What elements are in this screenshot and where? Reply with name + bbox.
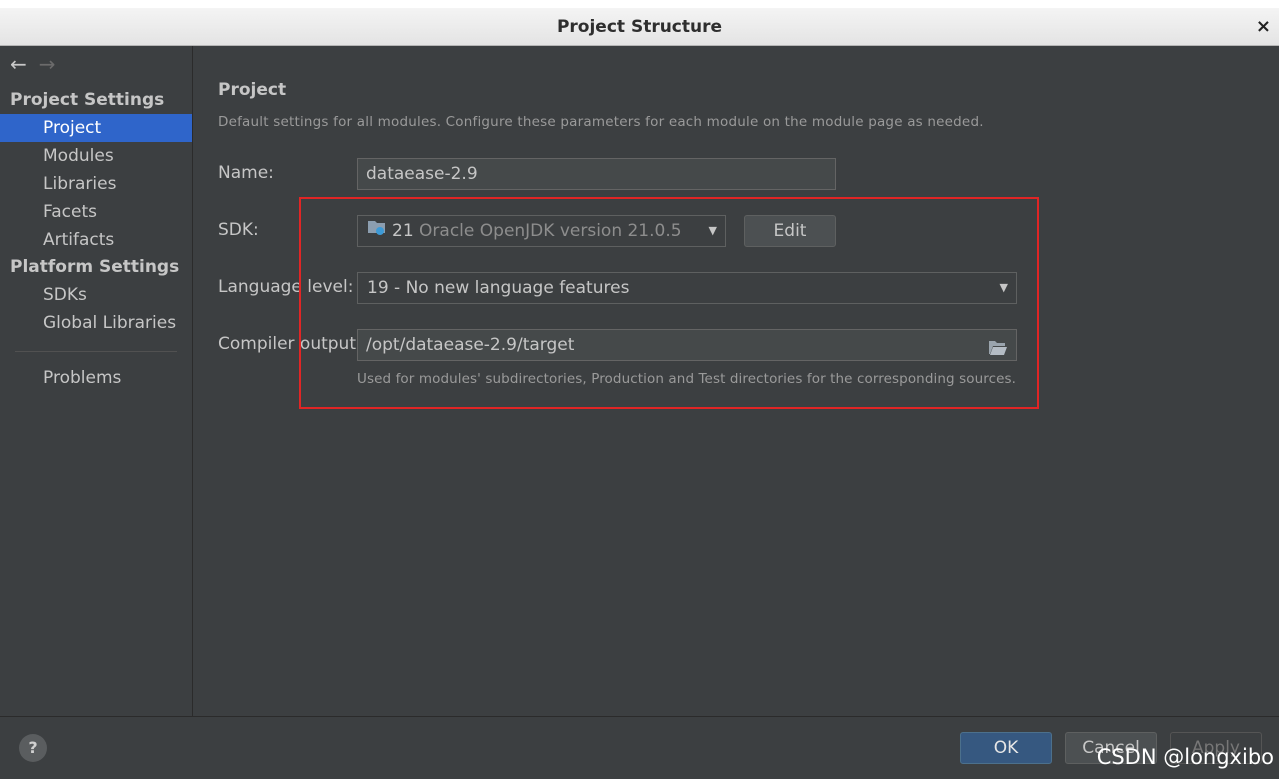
footer: ? OK Cancel Apply CSDN @longxibo — [0, 716, 1279, 779]
forward-arrow-icon[interactable]: → — [39, 52, 56, 76]
top-strip — [0, 0, 1279, 8]
back-arrow-icon[interactable]: ← — [10, 52, 27, 76]
sidebar-item-project[interactable]: Project — [0, 114, 192, 142]
sidebar: ← → Project Settings Project Modules Libr… — [0, 46, 193, 716]
page-description: Default settings for all modules. Config… — [218, 114, 984, 130]
close-icon[interactable]: × — [1256, 16, 1271, 37]
name-label: Name: — [218, 163, 274, 183]
sidebar-item-global-libraries[interactable]: Global Libraries — [0, 309, 192, 337]
sdk-label: SDK: — [218, 220, 259, 240]
sidebar-item-sdks[interactable]: SDKs — [0, 281, 192, 309]
sidebar-item-libraries[interactable]: Libraries — [0, 170, 192, 198]
watermark: CSDN @longxibo — [1096, 745, 1274, 769]
project-settings-heading: Project Settings — [10, 90, 165, 110]
ok-button[interactable]: OK — [960, 732, 1052, 764]
sidebar-item-problems[interactable]: Problems — [0, 364, 192, 392]
help-icon[interactable]: ? — [19, 734, 47, 762]
sidebar-item-artifacts[interactable]: Artifacts — [0, 226, 192, 254]
highlight-box — [299, 197, 1039, 409]
name-input[interactable] — [357, 158, 836, 190]
page-title: Project — [218, 80, 287, 100]
sidebar-item-modules[interactable]: Modules — [0, 142, 192, 170]
sidebar-item-facets[interactable]: Facets — [0, 198, 192, 226]
nav-arrows: ← → — [10, 52, 68, 76]
title-bar: Project Structure × — [0, 8, 1279, 46]
sidebar-divider — [15, 351, 177, 352]
platform-settings-heading: Platform Settings — [10, 257, 180, 277]
main-panel: Project Default settings for all modules… — [193, 46, 1279, 716]
window-title: Project Structure — [556, 16, 723, 37]
